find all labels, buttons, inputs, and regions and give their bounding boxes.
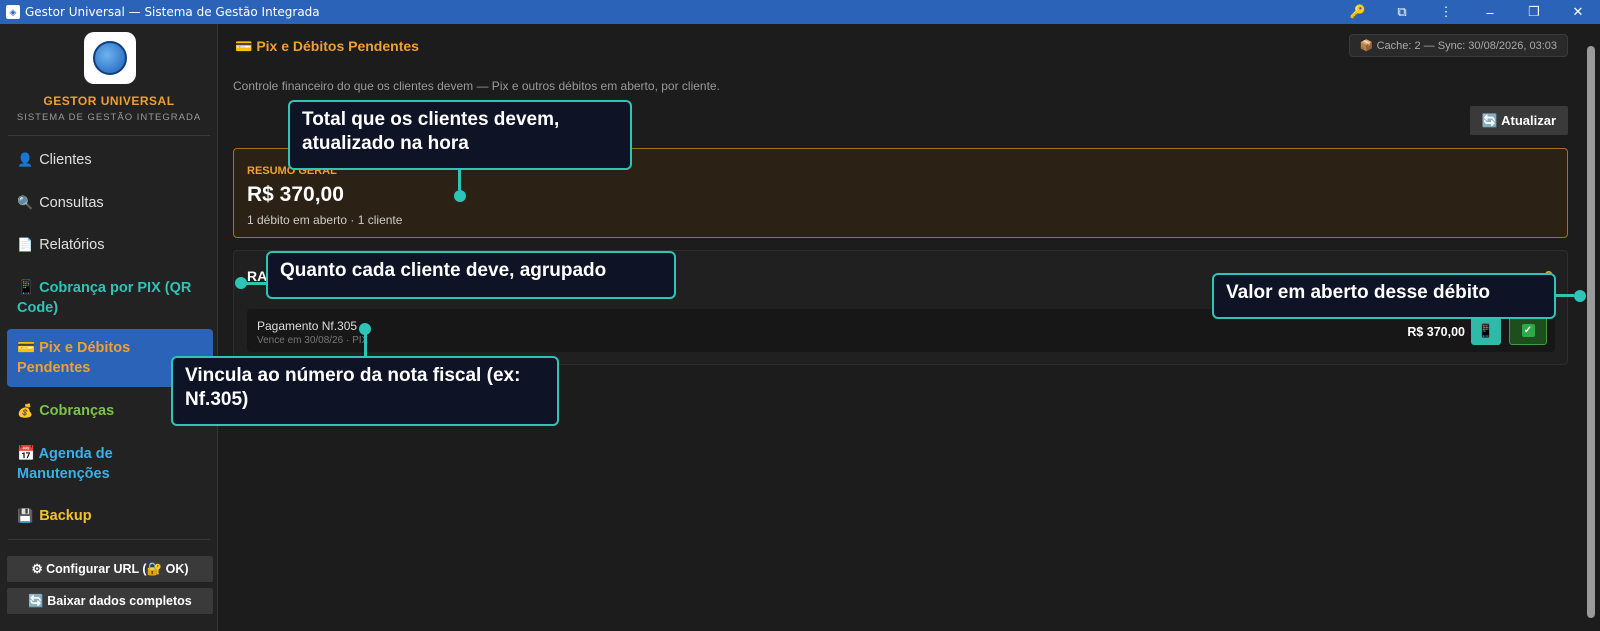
- config-url-button[interactable]: ⚙ Configurar URL (🔐 OK): [7, 556, 213, 582]
- sidebar-item-cobranca-pix[interactable]: 📱 Cobrança por PIX (QR Code): [7, 278, 213, 318]
- key-icon[interactable]: 🔑: [1336, 0, 1380, 24]
- debt-meta: Vence em 30/08/26 · PIX: [257, 335, 369, 346]
- close-button[interactable]: ✕: [1556, 0, 1600, 24]
- sidebar-item-text: Cobrança por PIX (QR Code): [17, 280, 192, 316]
- callout-connector: [458, 168, 461, 190]
- window-title: Gestor Universal — Sistema de Gestão Int…: [25, 5, 320, 19]
- minimize-button[interactable]: –: [1468, 0, 1512, 24]
- checkmark-icon: ✓: [1521, 324, 1535, 337]
- callout-connector: [244, 282, 266, 285]
- refresh-button[interactable]: 🔄 Atualizar: [1469, 106, 1568, 135]
- sidebar-item-clientes[interactable]: 👤 Clientes: [7, 150, 213, 170]
- download-data-button[interactable]: 🔄 Baixar dados completos: [7, 588, 213, 614]
- brand-subtitle: SISTEMA DE GESTÃO INTEGRADA: [16, 112, 202, 123]
- callout-summary: Total que os clientes devem, atualizado …: [288, 100, 632, 170]
- callout-dot: [454, 190, 466, 202]
- summary-info: 1 débito em aberto · 1 cliente: [247, 213, 403, 227]
- callout-connector: [1554, 294, 1574, 297]
- callout-open-value: Valor em aberto desse débito: [1212, 273, 1556, 319]
- user-icon: 👤: [17, 152, 34, 167]
- summary-value: R$ 370,00: [247, 183, 344, 206]
- money-bag-icon: 💰: [17, 403, 34, 418]
- callout-connector: [364, 334, 367, 356]
- page-title: 💳 Pix e Débitos Pendentes: [235, 38, 419, 54]
- brand-title: GESTOR UNIVERSAL: [43, 94, 175, 108]
- menu-icon[interactable]: ⋮: [1424, 0, 1468, 24]
- extension-icon[interactable]: ⧉: [1380, 0, 1424, 24]
- mark-paid-button[interactable]: ✓: [1509, 316, 1547, 345]
- sidebar: GESTOR UNIVERSAL SISTEMA DE GESTÃO INTEG…: [0, 24, 218, 631]
- sidebar-divider: [8, 539, 210, 540]
- sidebar-item-label: Relatórios: [39, 237, 105, 253]
- sidebar-item-backup[interactable]: 💾 Backup: [7, 506, 213, 526]
- sidebar-item-relatorios[interactable]: 📄 Relatórios: [7, 235, 213, 255]
- sidebar-item-consultas[interactable]: 🔍 Consultas: [7, 193, 213, 213]
- sidebar-item-label: Cobranças: [39, 403, 115, 419]
- sidebar-item-label: Backup: [39, 508, 92, 524]
- search-icon: 🔍: [17, 195, 34, 210]
- app-logo: [84, 32, 136, 84]
- floppy-icon: 💾: [17, 508, 34, 523]
- pix-qr-button[interactable]: 📱: [1471, 316, 1501, 345]
- debt-amount: R$ 370,00: [1407, 325, 1465, 339]
- callout-dot: [235, 277, 247, 289]
- debt-title: Pagamento Nf.305: [257, 319, 358, 333]
- cache-status-badge: 📦 Cache: 2 — Sync: 30/08/2026, 03:03: [1348, 34, 1568, 57]
- calendar-icon: 📅: [17, 446, 36, 462]
- phone-icon: 📱: [17, 280, 36, 296]
- app-icon: ◈: [6, 5, 20, 19]
- sidebar-item-label: Clientes: [39, 152, 92, 168]
- callout-dot: [359, 323, 371, 335]
- callout-dot: [1574, 290, 1586, 302]
- callout-grouped: Quanto cada cliente deve, agrupado: [266, 251, 676, 299]
- window-titlebar: ◈ Gestor Universal — Sistema de Gestão I…: [0, 0, 1600, 24]
- card-icon: 💳: [17, 340, 36, 356]
- globe-icon: [93, 41, 127, 75]
- document-icon: 📄: [17, 237, 34, 252]
- sidebar-item-agenda[interactable]: 📅 Agenda de Manutenções: [7, 444, 213, 484]
- sidebar-divider: [8, 135, 210, 136]
- callout-invoice: Vincula ao número da nota fiscal (ex: Nf…: [171, 356, 559, 426]
- sidebar-item-label: 📱 Cobrança por PIX (QR Code): [17, 278, 203, 318]
- page-subtitle: Controle financeiro do que os clientes d…: [233, 79, 720, 93]
- sidebar-item-label: Consultas: [39, 195, 104, 211]
- scrollbar[interactable]: [1582, 24, 1600, 631]
- restore-button[interactable]: ❐: [1512, 0, 1556, 24]
- sidebar-item-label: 📅 Agenda de Manutenções: [17, 444, 203, 484]
- scrollbar-thumb[interactable]: [1587, 46, 1595, 618]
